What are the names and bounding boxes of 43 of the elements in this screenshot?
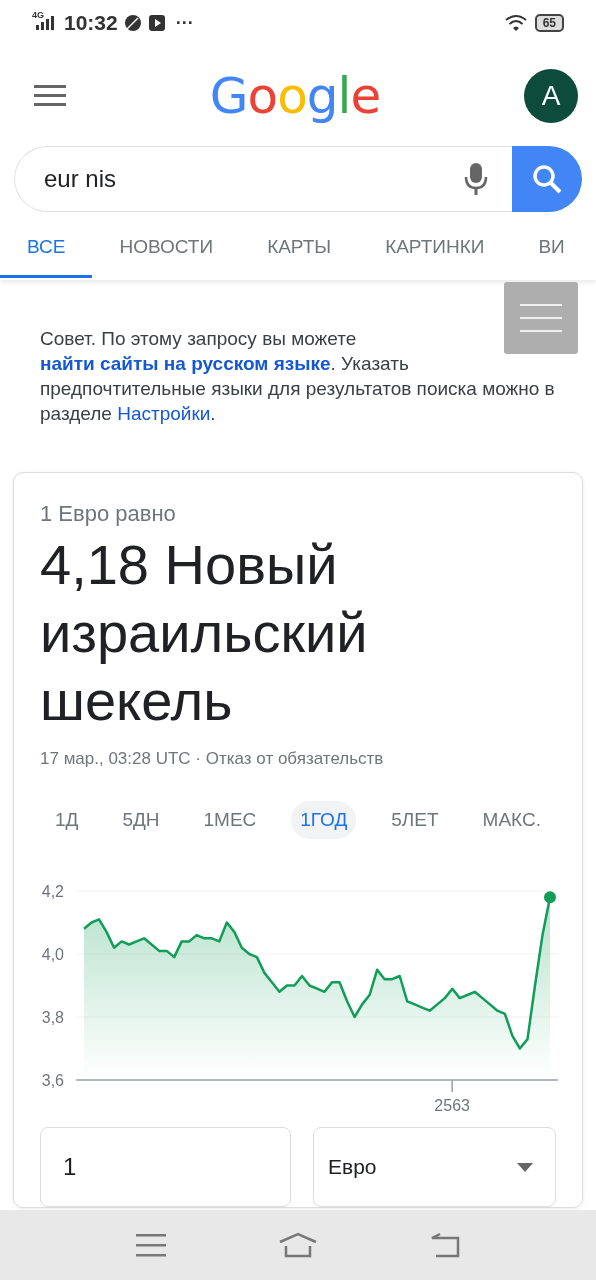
x-axis-label: 2563 <box>434 1097 470 1113</box>
range-tab[interactable]: 1Д <box>46 801 88 839</box>
search-tab[interactable]: ВИ <box>511 228 565 278</box>
y-axis-label: 3,8 <box>41 1009 64 1026</box>
dropdown-arrow-icon <box>517 1162 533 1172</box>
range-tab[interactable]: 1МЕС <box>194 801 266 839</box>
range-tab[interactable]: 5ЛЕТ <box>382 801 448 839</box>
play-icon <box>147 14 166 32</box>
tip-text: Совет. По этому запросу вы можете найти сайты на русском языке. Указать предпочтительные языки для результатов поиска можно в разделе Настройки. <box>40 327 556 426</box>
current-point <box>544 891 556 904</box>
search-tab[interactable]: НОВОСТИ <box>92 228 241 278</box>
home-icon[interactable] <box>278 1232 318 1258</box>
google-logo[interactable]: Google <box>209 67 381 125</box>
microphone-icon[interactable] <box>464 163 488 195</box>
amount-field[interactable]: 1 <box>40 1127 291 1207</box>
currency-select[interactable]: Евро <box>313 1127 556 1207</box>
conversion-result: 4,18 Новый израильский шекель <box>40 532 369 734</box>
y-axis-label: 4,2 <box>41 883 64 900</box>
search-field[interactable]: eur nis <box>42 164 454 194</box>
search-tab[interactable]: КАРТЫ <box>240 228 359 278</box>
back-icon[interactable] <box>430 1232 460 1258</box>
wifi-icon <box>504 14 529 32</box>
network-label: 4G <box>32 10 44 20</box>
link[interactable]: найти сайты на русском языке <box>40 353 331 374</box>
search-tab[interactable]: КАРТИНКИ <box>358 228 512 278</box>
range-tab[interactable]: 1ГОД <box>291 801 357 839</box>
search-button[interactable] <box>512 146 582 212</box>
range-tab[interactable]: МАКС. <box>473 801 550 839</box>
timestamp-disclaimer: 17 мар., 03:28 UTC · Отказ от обязательств <box>40 749 385 769</box>
scroll-handle[interactable] <box>504 282 578 354</box>
menu-icon[interactable] <box>136 1233 166 1257</box>
battery-indicator: 65 <box>534 14 564 32</box>
conversion-caption: 1 Евро равно <box>40 501 177 527</box>
search-icon <box>532 164 562 194</box>
clock-time: 10:32 <box>64 11 118 35</box>
link[interactable]: Настройки <box>117 403 211 424</box>
search-tab[interactable]: ВСЕ <box>0 228 93 278</box>
y-axis-label: 4,0 <box>41 946 64 963</box>
menu-icon[interactable] <box>34 85 66 107</box>
y-axis-label: 3,6 <box>41 1072 64 1089</box>
account-avatar[interactable]: A <box>524 69 578 123</box>
range-tab[interactable]: 5ДН <box>113 801 169 839</box>
more-notifications: ··· <box>175 12 194 34</box>
